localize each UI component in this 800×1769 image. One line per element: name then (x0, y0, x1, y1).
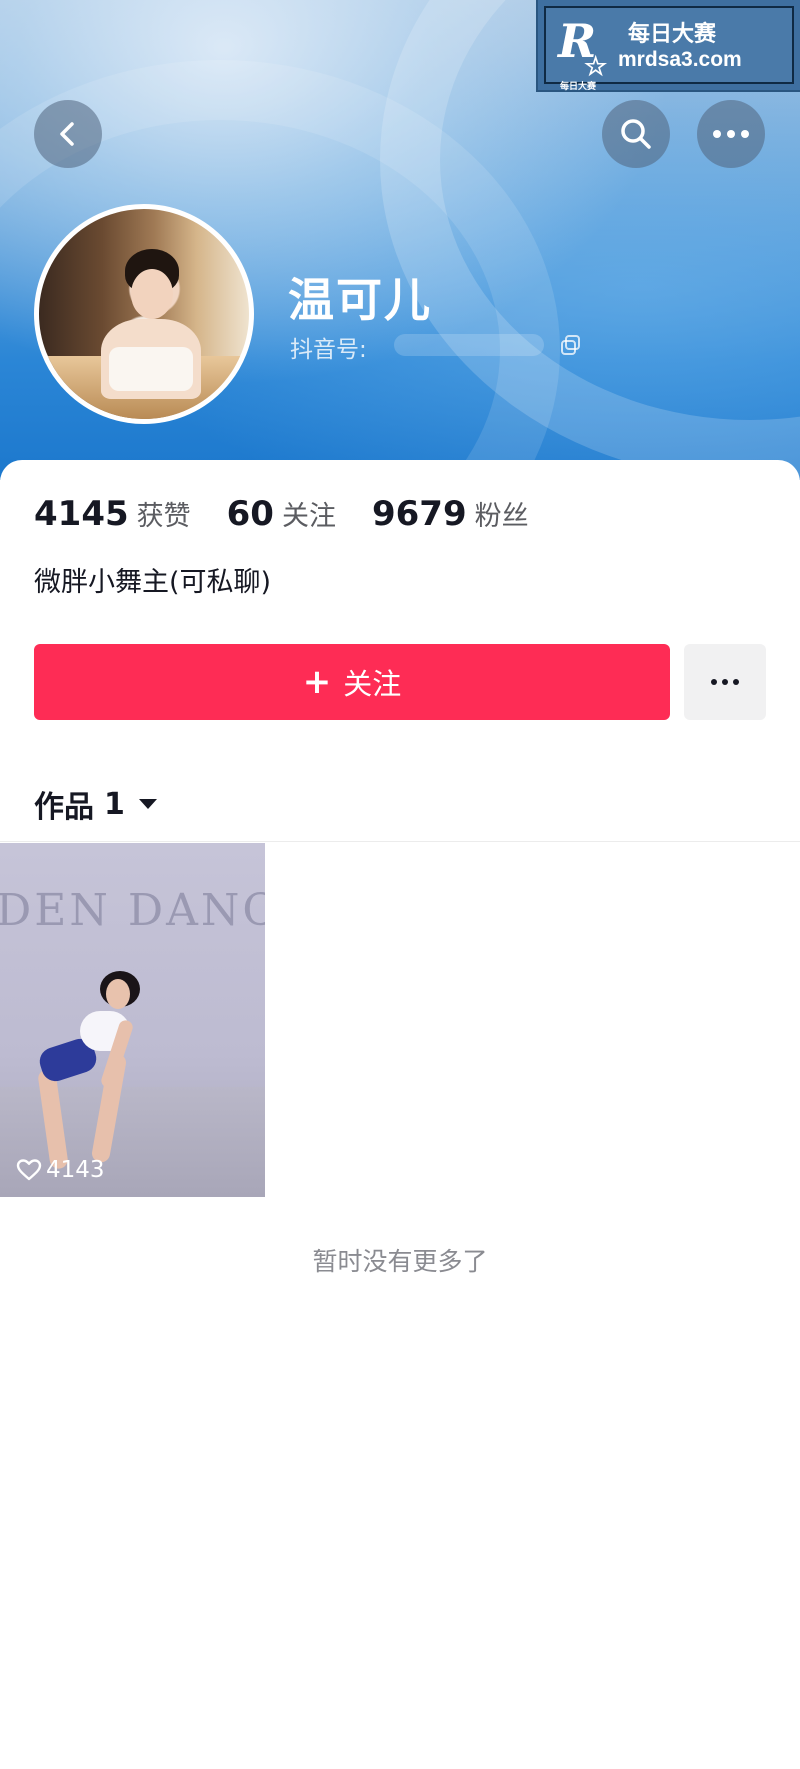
search-icon (621, 119, 651, 149)
douyin-id-value-blurred (394, 334, 544, 356)
video-wall-text: DEN DANC (0, 885, 265, 936)
stat-value: 4145 (34, 494, 129, 534)
avatar[interactable] (34, 204, 254, 424)
tab-works[interactable]: 作品 1 (34, 782, 159, 826)
follow-button-label: 关注 (343, 667, 402, 701)
stat-value: 60 (226, 494, 274, 534)
tab-divider (0, 841, 800, 842)
stat-label: 获赞 (136, 501, 191, 532)
heart-icon (16, 1159, 42, 1181)
stat-likes[interactable]: 4145 获赞 (34, 494, 191, 534)
more-horizontal-icon (713, 130, 749, 138)
stat-label: 粉丝 (474, 501, 529, 532)
watermark-title: 每日大赛 (628, 21, 717, 46)
stat-value: 9679 (371, 494, 467, 534)
watermark-logo-small: 每日大赛 (560, 82, 597, 92)
douyin-id-label: 抖音号: (290, 337, 367, 363)
avatar-photo-detail (131, 269, 173, 319)
profile-bio: 微胖小舞主(可私聊) (34, 567, 272, 598)
watermark-url: mrdsa3.com (618, 48, 742, 71)
end-of-list-text: 暂时没有更多了 (312, 1247, 488, 1276)
back-button[interactable] (34, 100, 102, 168)
follow-button[interactable]: + 关注 (34, 644, 670, 720)
profile-card: 4145 获赞 60 关注 9679 粉丝 微胖小舞主(可私聊) + 关注 作品… (0, 460, 800, 1769)
video-likes: 4143 (16, 1157, 105, 1183)
profile-name: 温可儿 (288, 273, 432, 327)
plus-icon: + (302, 662, 332, 702)
search-button[interactable] (602, 100, 670, 168)
copy-icon[interactable] (560, 334, 582, 356)
dancer-figure (106, 979, 130, 1009)
video-thumbnail[interactable]: DEN DANC 4143 (0, 843, 265, 1197)
stats-row: 4145 获赞 60 关注 9679 粉丝 (34, 494, 565, 534)
video-likes-count: 4143 (46, 1157, 105, 1183)
tab-works-label: 作品 (34, 790, 94, 825)
caret-down-icon (138, 799, 157, 809)
watermark-logo: R ☆ 每日大赛 (558, 16, 614, 92)
more-actions-button[interactable] (684, 644, 766, 720)
tab-works-count: 1 (104, 786, 125, 822)
more-horizontal-icon (711, 679, 739, 685)
stat-followers[interactable]: 9679 粉丝 (372, 494, 529, 534)
avatar-photo-detail (109, 347, 193, 391)
more-options-button[interactable] (697, 100, 765, 168)
site-watermark: R ☆ 每日大赛 每日大赛 mrdsa3.com (536, 0, 800, 92)
stat-following[interactable]: 60 关注 (227, 494, 336, 534)
stat-label: 关注 (281, 501, 336, 532)
chevron-left-icon (60, 122, 74, 146)
